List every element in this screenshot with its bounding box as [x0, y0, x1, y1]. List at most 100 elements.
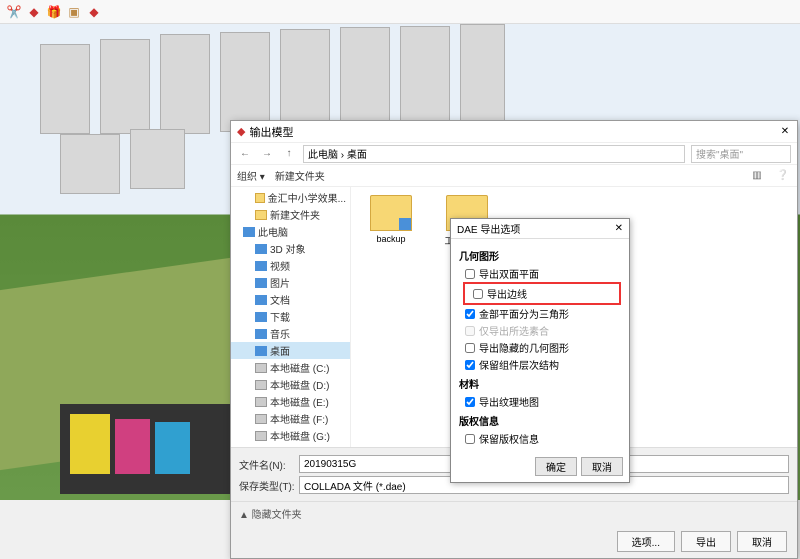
checkbox[interactable] — [465, 269, 475, 279]
file-item[interactable]: backup — [363, 195, 419, 244]
tree-item[interactable]: 音乐 — [231, 325, 350, 342]
option-checkbox-row[interactable]: 金部平面分为三角形 — [459, 305, 621, 322]
tree-item[interactable]: 本地磁盘 (H:) — [231, 444, 350, 447]
tree-item[interactable]: 本地磁盘 (C:) — [231, 359, 350, 376]
tree-item-label: 此电脑 — [258, 224, 288, 239]
option-label: 仅导出所选素合 — [479, 323, 549, 338]
tree-item[interactable]: 视频 — [231, 257, 350, 274]
gift-icon[interactable]: 🎁 — [46, 4, 62, 20]
filename-label: 文件名(N): — [239, 457, 299, 472]
breadcrumb[interactable]: 此电脑 › 桌面 — [303, 145, 685, 163]
hide-folders-toggle[interactable]: ▲ 隐藏文件夹 — [231, 501, 797, 525]
tree-item-label: 视频 — [270, 258, 290, 273]
organize-button[interactable]: 组织 ▾ — [237, 168, 265, 183]
checkbox[interactable] — [465, 309, 475, 319]
organize-row: 组织 ▾ 新建文件夹 ▥ ❔ — [231, 165, 797, 187]
help-icon[interactable]: ❔ — [775, 168, 791, 184]
new-folder-button[interactable]: 新建文件夹 — [275, 168, 325, 183]
options-title: DAE 导出选项 — [457, 221, 520, 236]
highlighted-option: 导出边线 — [463, 282, 621, 305]
checkbox[interactable] — [465, 397, 475, 407]
options-ok-button[interactable]: 确定 — [535, 457, 577, 476]
options-cancel-button[interactable]: 取消 — [581, 457, 623, 476]
tree-item-label: 下载 — [270, 309, 290, 324]
blue-icon — [255, 295, 267, 305]
tree-item[interactable]: 本地磁盘 (D:) — [231, 376, 350, 393]
options-section-title: 版权信息 — [459, 413, 621, 428]
option-label: 导出边线 — [487, 286, 527, 301]
dae-options-dialog: DAE 导出选项 ✕ 几何图形导出双面平面导出边线金部平面分为三角形仅导出所选素… — [450, 218, 630, 483]
tree-item[interactable]: 此电脑 — [231, 223, 350, 240]
tree-item[interactable]: 金汇中小学效果... — [231, 189, 350, 206]
export-button[interactable]: 导出 — [681, 531, 731, 552]
scissors-icon[interactable]: ✂️ — [6, 4, 22, 20]
blue-icon — [255, 278, 267, 288]
view-icon[interactable]: ▥ — [749, 168, 765, 184]
drive-icon — [255, 414, 267, 424]
nav-back-icon[interactable]: ← — [237, 146, 253, 162]
folder-tree[interactable]: 金汇中小学效果...新建文件夹此电脑3D 对象视频图片文档下载音乐桌面本地磁盘 … — [231, 187, 351, 447]
cancel-button[interactable]: 取消 — [737, 531, 787, 552]
option-label: 保留组件层次结构 — [479, 357, 559, 372]
tree-item[interactable]: 本地磁盘 (F:) — [231, 410, 350, 427]
export-dialog-titlebar[interactable]: ◆ 输出模型 ✕ — [231, 121, 797, 143]
box-icon[interactable]: ▣ — [66, 4, 82, 20]
tree-item[interactable]: 桌面 — [231, 342, 350, 359]
tree-item-label: 音乐 — [270, 326, 290, 341]
tree-item-label: 本地磁盘 (F:) — [270, 411, 328, 426]
option-checkbox-row[interactable]: 保留组件层次结构 — [459, 356, 621, 373]
option-checkbox-row[interactable]: 导出隐藏的几何图形 — [459, 339, 621, 356]
option-checkbox-row[interactable]: 仅导出所选素合 — [459, 322, 621, 339]
tree-item-label: 本地磁盘 (H:) — [270, 445, 329, 447]
tree-item-label: 新建文件夹 — [270, 207, 320, 222]
option-checkbox-row[interactable]: 导出边线 — [467, 285, 617, 302]
tree-item-label: 本地磁盘 (E:) — [270, 394, 329, 409]
app-icon: ◆ — [237, 125, 245, 138]
tree-item-label: 金汇中小学效果... — [268, 190, 346, 205]
checkbox[interactable] — [473, 289, 483, 299]
search-input[interactable]: 搜索"桌面" — [691, 145, 791, 163]
drive-icon — [255, 380, 267, 390]
blue-icon — [255, 312, 267, 322]
tree-item[interactable]: 下载 — [231, 308, 350, 325]
nav-up-icon[interactable]: ↑ — [281, 146, 297, 162]
tree-item[interactable]: 图片 — [231, 274, 350, 291]
tree-item[interactable]: 本地磁盘 (G:) — [231, 427, 350, 444]
drive-icon — [255, 363, 267, 373]
options-section-title: 几何图形 — [459, 248, 621, 263]
tree-item[interactable]: 3D 对象 — [231, 240, 350, 257]
close-icon[interactable]: ✕ — [779, 126, 791, 138]
checkbox[interactable] — [465, 343, 475, 353]
option-label: 导出双面平面 — [479, 266, 539, 281]
tree-item-label: 3D 对象 — [270, 241, 306, 256]
checkbox[interactable] — [465, 434, 475, 444]
options-button[interactable]: 选项... — [617, 531, 675, 552]
folder-icon — [370, 195, 412, 231]
option-label: 金部平面分为三角形 — [479, 306, 569, 321]
main-toolbar: ✂️ ◆ 🎁 ▣ ◆ — [0, 0, 800, 24]
tree-item[interactable]: 文档 — [231, 291, 350, 308]
options-section-title: 材料 — [459, 376, 621, 391]
option-checkbox-row[interactable]: 导出纹理地图 — [459, 393, 621, 410]
option-checkbox-row[interactable]: 导出双面平面 — [459, 265, 621, 282]
nav-row: ← → ↑ 此电脑 › 桌面 搜索"桌面" — [231, 143, 797, 165]
option-checkbox-row[interactable]: 保留版权信息 — [459, 430, 621, 447]
checkbox[interactable] — [465, 326, 475, 336]
tree-item[interactable]: 新建文件夹 — [231, 206, 350, 223]
nav-fwd-icon[interactable]: → — [259, 146, 275, 162]
tree-item-label: 本地磁盘 (C:) — [270, 360, 329, 375]
tree-item-label: 本地磁盘 (D:) — [270, 377, 329, 392]
option-label: 导出隐藏的几何图形 — [479, 340, 569, 355]
ruby2-icon[interactable]: ◆ — [86, 4, 102, 20]
filetype-label: 保存类型(T): — [239, 478, 299, 493]
option-label: 导出纹理地图 — [479, 394, 539, 409]
drive-icon — [255, 397, 267, 407]
tree-item-label: 图片 — [270, 275, 290, 290]
options-close-icon[interactable]: ✕ — [615, 223, 623, 234]
ruby-icon[interactable]: ◆ — [26, 4, 42, 20]
options-titlebar[interactable]: DAE 导出选项 ✕ — [451, 219, 629, 239]
tree-item[interactable]: 本地磁盘 (E:) — [231, 393, 350, 410]
checkbox[interactable] — [465, 360, 475, 370]
option-label: 保留版权信息 — [479, 431, 539, 446]
file-label: backup — [376, 234, 405, 244]
